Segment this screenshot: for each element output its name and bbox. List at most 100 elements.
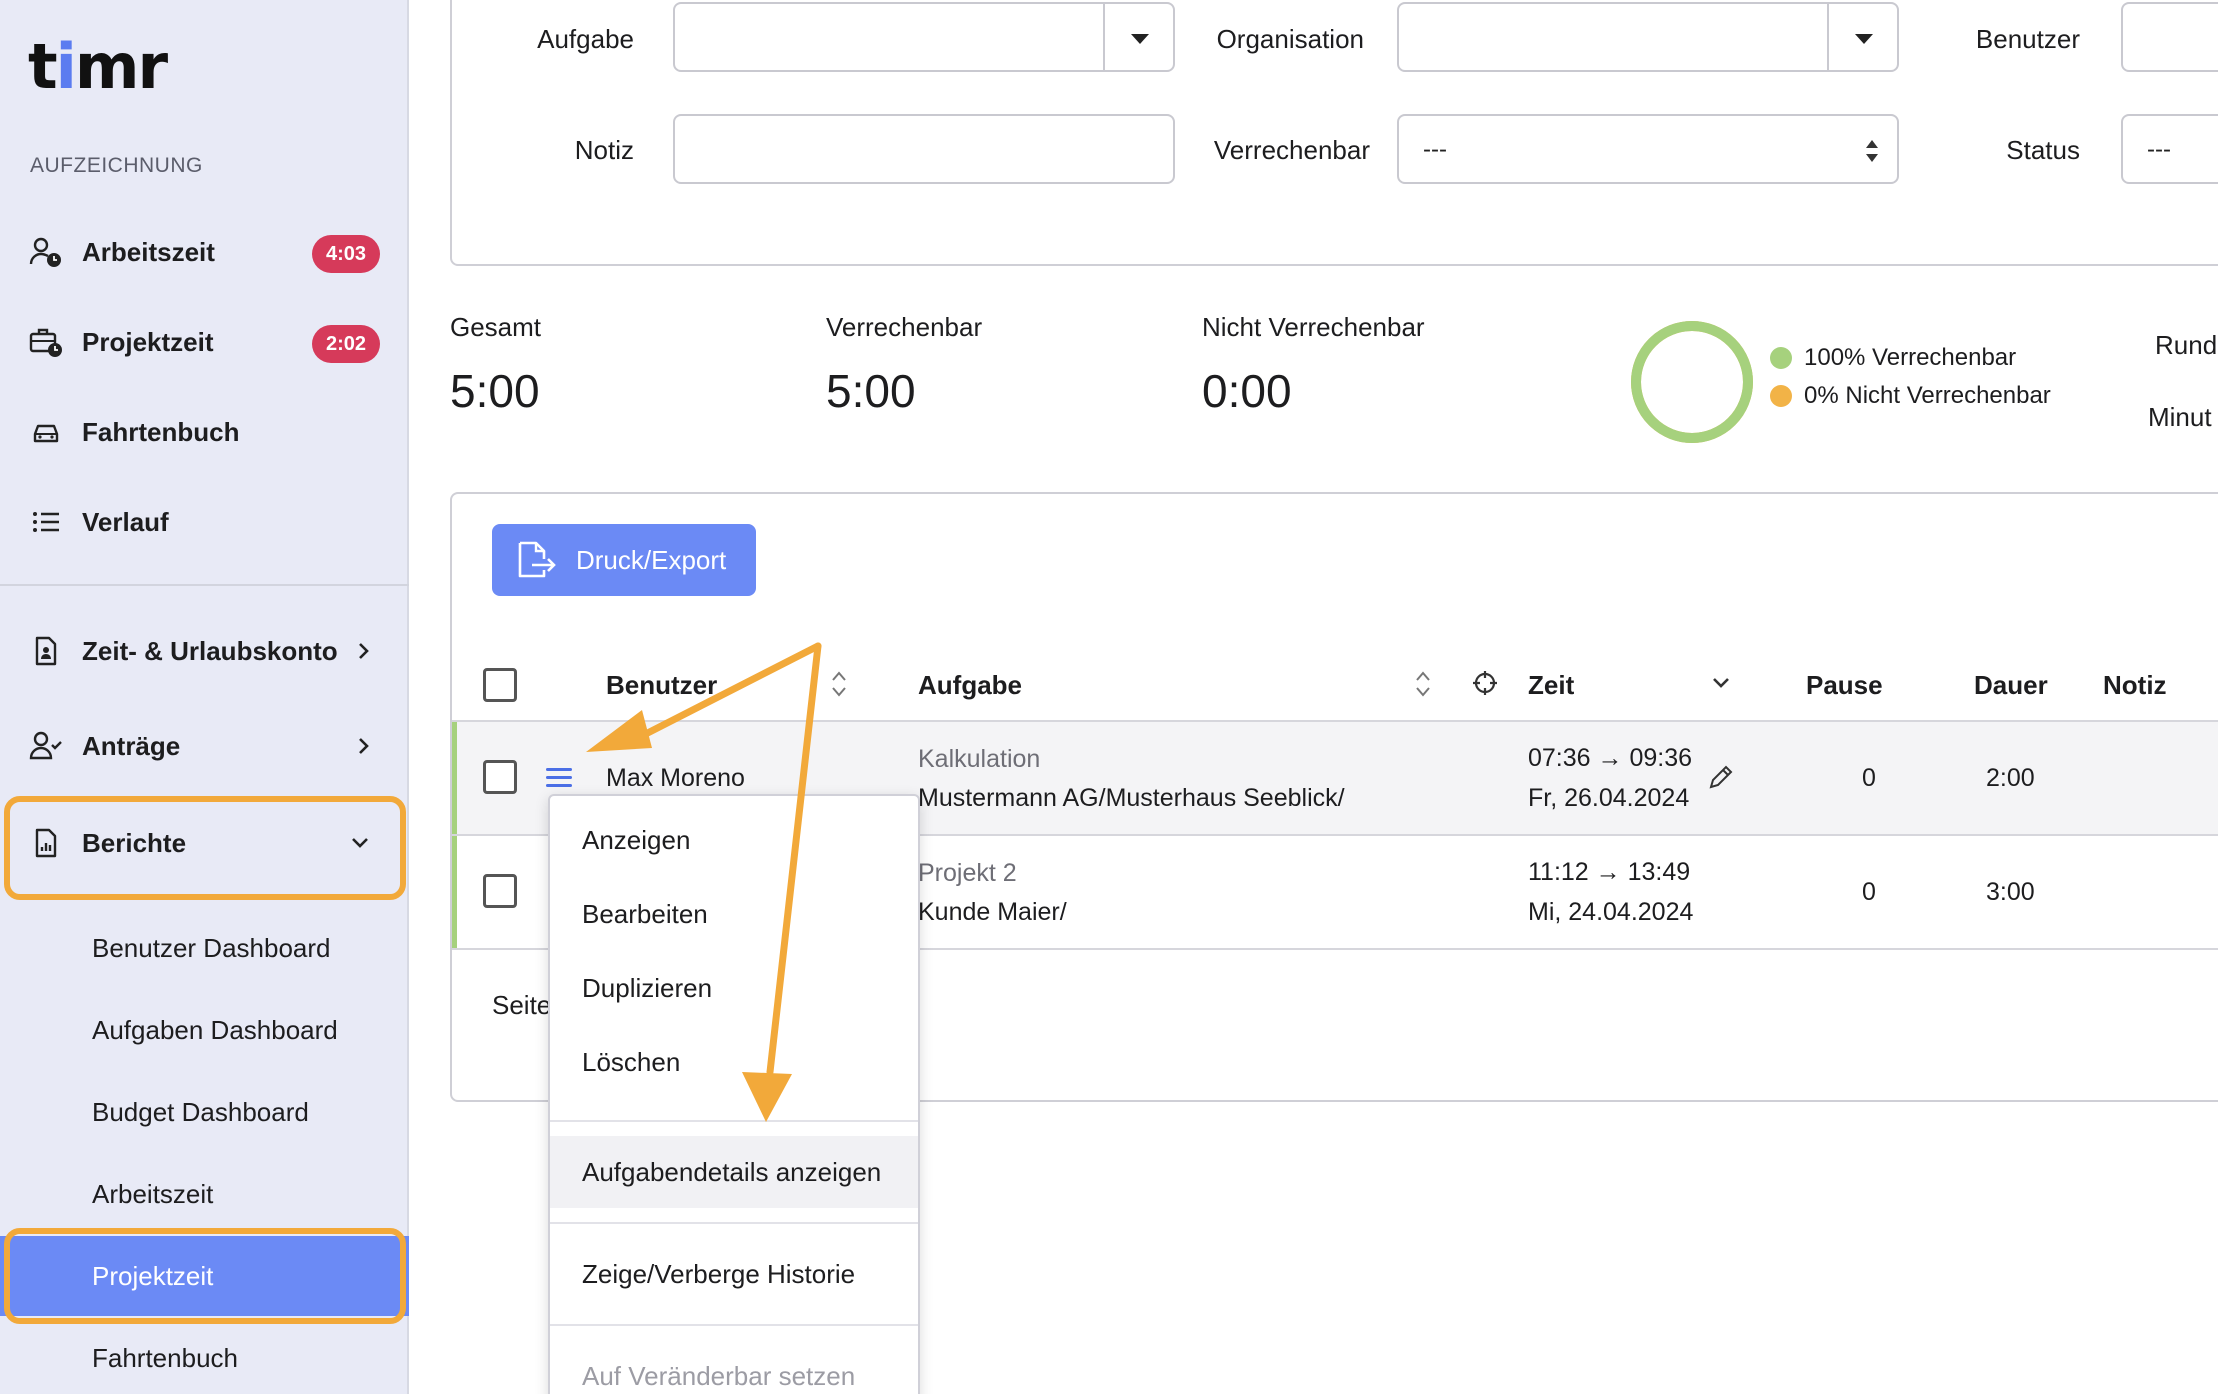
row-task: Kalkulation — [918, 745, 1041, 773]
menu-item-anzeigen[interactable]: Anzeigen — [550, 804, 918, 876]
caret-down-icon — [1855, 34, 1873, 44]
menu-item-label: Löschen — [582, 1046, 681, 1077]
user-clock-icon — [28, 234, 64, 270]
sidebar-subitem-label: Benutzer Dashboard — [92, 932, 331, 963]
row-organisation: Kunde Maier/ — [918, 898, 1067, 926]
menu-item-aufgabendetails[interactable]: Aufgabendetails anzeigen — [550, 1136, 918, 1208]
row-menu-icon[interactable] — [546, 768, 572, 788]
car-icon — [28, 414, 64, 450]
column-header-benutzer[interactable]: Benutzer — [606, 670, 717, 701]
column-header-zeit[interactable]: Zeit — [1528, 670, 1574, 701]
column-header-pause: Pause — [1806, 670, 1883, 700]
sidebar-subitem-benutzer-dashboard[interactable]: Benutzer Dashboard — [0, 912, 409, 984]
row-checkbox[interactable] — [483, 760, 517, 794]
menu-item-loeschen[interactable]: Löschen — [550, 1026, 918, 1098]
sidebar-item-verlauf[interactable]: Verlauf — [0, 490, 409, 554]
updown-caret-icon — [1866, 140, 1878, 162]
timer-badge: 4:03 — [312, 235, 380, 273]
row-pause: 0 — [1862, 764, 1876, 792]
row-time-range: 07:36 → 09:36 — [1528, 744, 1693, 772]
timer-badge: 2:02 — [312, 325, 380, 363]
sidebar-item-antraege[interactable]: Anträge — [0, 714, 409, 778]
status-select[interactable]: --- — [2121, 114, 2218, 184]
sort-icon[interactable] — [831, 670, 847, 698]
crosshair-icon[interactable] — [1472, 670, 1498, 696]
timr-logo[interactable]: timr — [28, 30, 168, 103]
stat-value-verrechenbar: 5:00 — [826, 365, 916, 417]
briefcase-clock-icon — [28, 324, 64, 360]
sidebar-item-zeit-urlaubskonto[interactable]: Zeit- & Urlaubskonto — [0, 619, 409, 683]
menu-item-historie[interactable]: Zeige/Verberge Historie — [550, 1238, 918, 1310]
aufgabe-select[interactable] — [673, 2, 1175, 72]
sidebar-item-arbeitszeit[interactable]: Arbeitszeit 4:03 — [0, 220, 409, 284]
sidebar-subitem-budget-dashboard[interactable]: Budget Dashboard — [0, 1076, 409, 1148]
report-icon — [28, 825, 64, 861]
sidebar-subitem-label: Aufgaben Dashboard — [92, 1014, 338, 1045]
sidebar-subitem-fahrtenbuch[interactable]: Fahrtenbuch — [0, 1322, 409, 1394]
benutzer-select[interactable] — [2121, 2, 2218, 72]
menu-item-bearbeiten[interactable]: Bearbeiten — [550, 878, 918, 950]
row-organisation: Mustermann AG/Musterhaus Seeblick/ — [918, 784, 1345, 812]
user-check-icon — [28, 728, 64, 764]
row-user: Max Moreno — [606, 764, 745, 792]
stat-title-verrechenbar: Verrechenbar — [826, 312, 983, 342]
menu-item-label: Zeige/Verberge Historie — [582, 1258, 856, 1289]
notiz-input[interactable] — [673, 114, 1175, 184]
sidebar-subitem-label: Budget Dashboard — [92, 1096, 309, 1127]
sidebar-subitem-projektzeit[interactable]: Projektzeit — [0, 1236, 409, 1316]
document-user-icon — [28, 633, 64, 669]
caret-down-icon — [1131, 34, 1149, 44]
billable-donut-chart — [1631, 321, 1753, 443]
filter-label-verrechenbar: Verrechenbar — [1213, 135, 1370, 165]
sidebar-item-fahrtenbuch[interactable]: Fahrtenbuch — [0, 400, 409, 464]
menu-divider — [550, 1324, 918, 1326]
verrechenbar-select[interactable]: --- — [1397, 114, 1899, 184]
column-header-notiz: Notiz — [2103, 670, 2167, 700]
donut-billable-arc — [1631, 321, 1753, 443]
print-export-button[interactable]: Druck/Export — [492, 524, 756, 596]
export-document-icon — [518, 541, 556, 578]
sidebar-item-projektzeit[interactable]: Projektzeit 2:02 — [0, 310, 409, 374]
sidebar-subitem-arbeitszeit[interactable]: Arbeitszeit — [0, 1158, 409, 1230]
edit-pencil-icon[interactable] — [1706, 762, 1736, 792]
sidebar-divider — [0, 584, 409, 586]
column-header-dauer: Dauer — [1974, 670, 2048, 700]
menu-item-label: Aufgabendetails anzeigen — [582, 1156, 882, 1187]
row-status-bar — [452, 722, 457, 834]
section-label-aufzeichnung: AUFZEICHNUNG — [30, 154, 203, 177]
sidebar-item-berichte[interactable]: Berichte — [0, 811, 409, 875]
column-header-aufgabe[interactable]: Aufgabe — [918, 670, 1022, 701]
menu-item-label: Auf Veränderbar setzen — [582, 1360, 856, 1391]
row-checkbox[interactable] — [483, 874, 517, 908]
print-export-label: Druck/Export — [576, 544, 727, 575]
sidebar-item-label: Verlauf — [82, 506, 169, 537]
row-task: Projekt 2 — [918, 859, 1017, 887]
stat-title-gesamt: Gesamt — [450, 312, 542, 342]
organisation-select[interactable] — [1397, 2, 1899, 72]
menu-item-veraenderbar: Auf Veränderbar setzen — [550, 1340, 918, 1394]
select-all-checkbox[interactable] — [483, 668, 517, 702]
chevron-down-icon — [348, 831, 372, 855]
menu-divider — [550, 1222, 918, 1224]
sidebar-subitem-label: Arbeitszeit — [92, 1178, 214, 1209]
sort-icon[interactable] — [1415, 670, 1431, 698]
row-date: Mi, 24.04.2024 — [1528, 898, 1694, 926]
sidebar-subitem-aufgaben-dashboard[interactable]: Aufgaben Dashboard — [0, 994, 409, 1066]
rundung-label: Rund — [2155, 330, 2218, 360]
sort-desc-chevron-icon[interactable] — [1712, 676, 1730, 690]
minuten-label: Minut — [2148, 402, 2212, 432]
legend-label-non-billable: 0% Nicht Verrechenbar — [1804, 382, 2051, 409]
legend-dot-billable — [1770, 347, 1792, 369]
filter-label-aufgabe: Aufgabe — [537, 24, 634, 54]
row-duration: 3:00 — [1986, 878, 2035, 906]
sidebar-item-label: Zeit- & Urlaubskonto — [82, 635, 338, 666]
chevron-right-icon — [352, 639, 376, 663]
sidebar-subitem-label: Fahrtenbuch — [92, 1342, 238, 1373]
menu-item-label: Anzeigen — [582, 824, 691, 855]
filter-label-organisation: Organisation — [1216, 24, 1364, 54]
legend-billable: 100% Verrechenbar — [1770, 344, 2016, 372]
filter-label-status: Status — [2006, 135, 2080, 165]
stat-title-nicht-verrechenbar: Nicht Verrechenbar — [1202, 312, 1425, 342]
menu-item-duplizieren[interactable]: Duplizieren — [550, 952, 918, 1024]
legend-non-billable: 0% Nicht Verrechenbar — [1770, 382, 2051, 410]
